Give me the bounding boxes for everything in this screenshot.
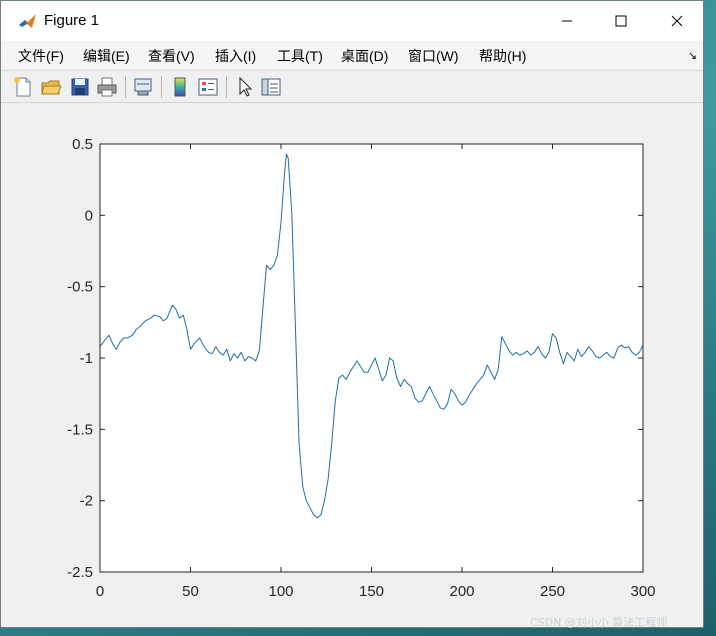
y-tick-label: -2.5 bbox=[67, 564, 93, 581]
x-tick-label: 250 bbox=[540, 583, 565, 600]
figure-window: Figure 1 文件(F) 编辑(E) 查看(V) 插入(I) 工具(T) 桌… bbox=[0, 0, 704, 628]
x-tick-label: 150 bbox=[359, 583, 384, 600]
y-tick-label: -1.5 bbox=[67, 421, 93, 438]
x-tick-label: 100 bbox=[268, 583, 293, 600]
y-tick-label: -2 bbox=[80, 493, 93, 510]
y-tick-label: 0 bbox=[85, 207, 93, 224]
y-tick-label: -1 bbox=[80, 350, 93, 367]
x-tick-label: 200 bbox=[449, 583, 474, 600]
plot-area: 0 50 100 150 200 250 300 0.5 0 -0.5 -1 -1.5 -2 -2.5 bbox=[67, 136, 655, 600]
y-tick-label: 0.5 bbox=[72, 136, 93, 153]
y-tick-label: -0.5 bbox=[67, 279, 93, 296]
x-tick-label: 0 bbox=[96, 583, 104, 600]
watermark: CSDN @刘小小 算法工程师 bbox=[530, 616, 668, 629]
x-tick-label: 50 bbox=[182, 583, 199, 600]
x-tick-label: 300 bbox=[630, 583, 655, 600]
